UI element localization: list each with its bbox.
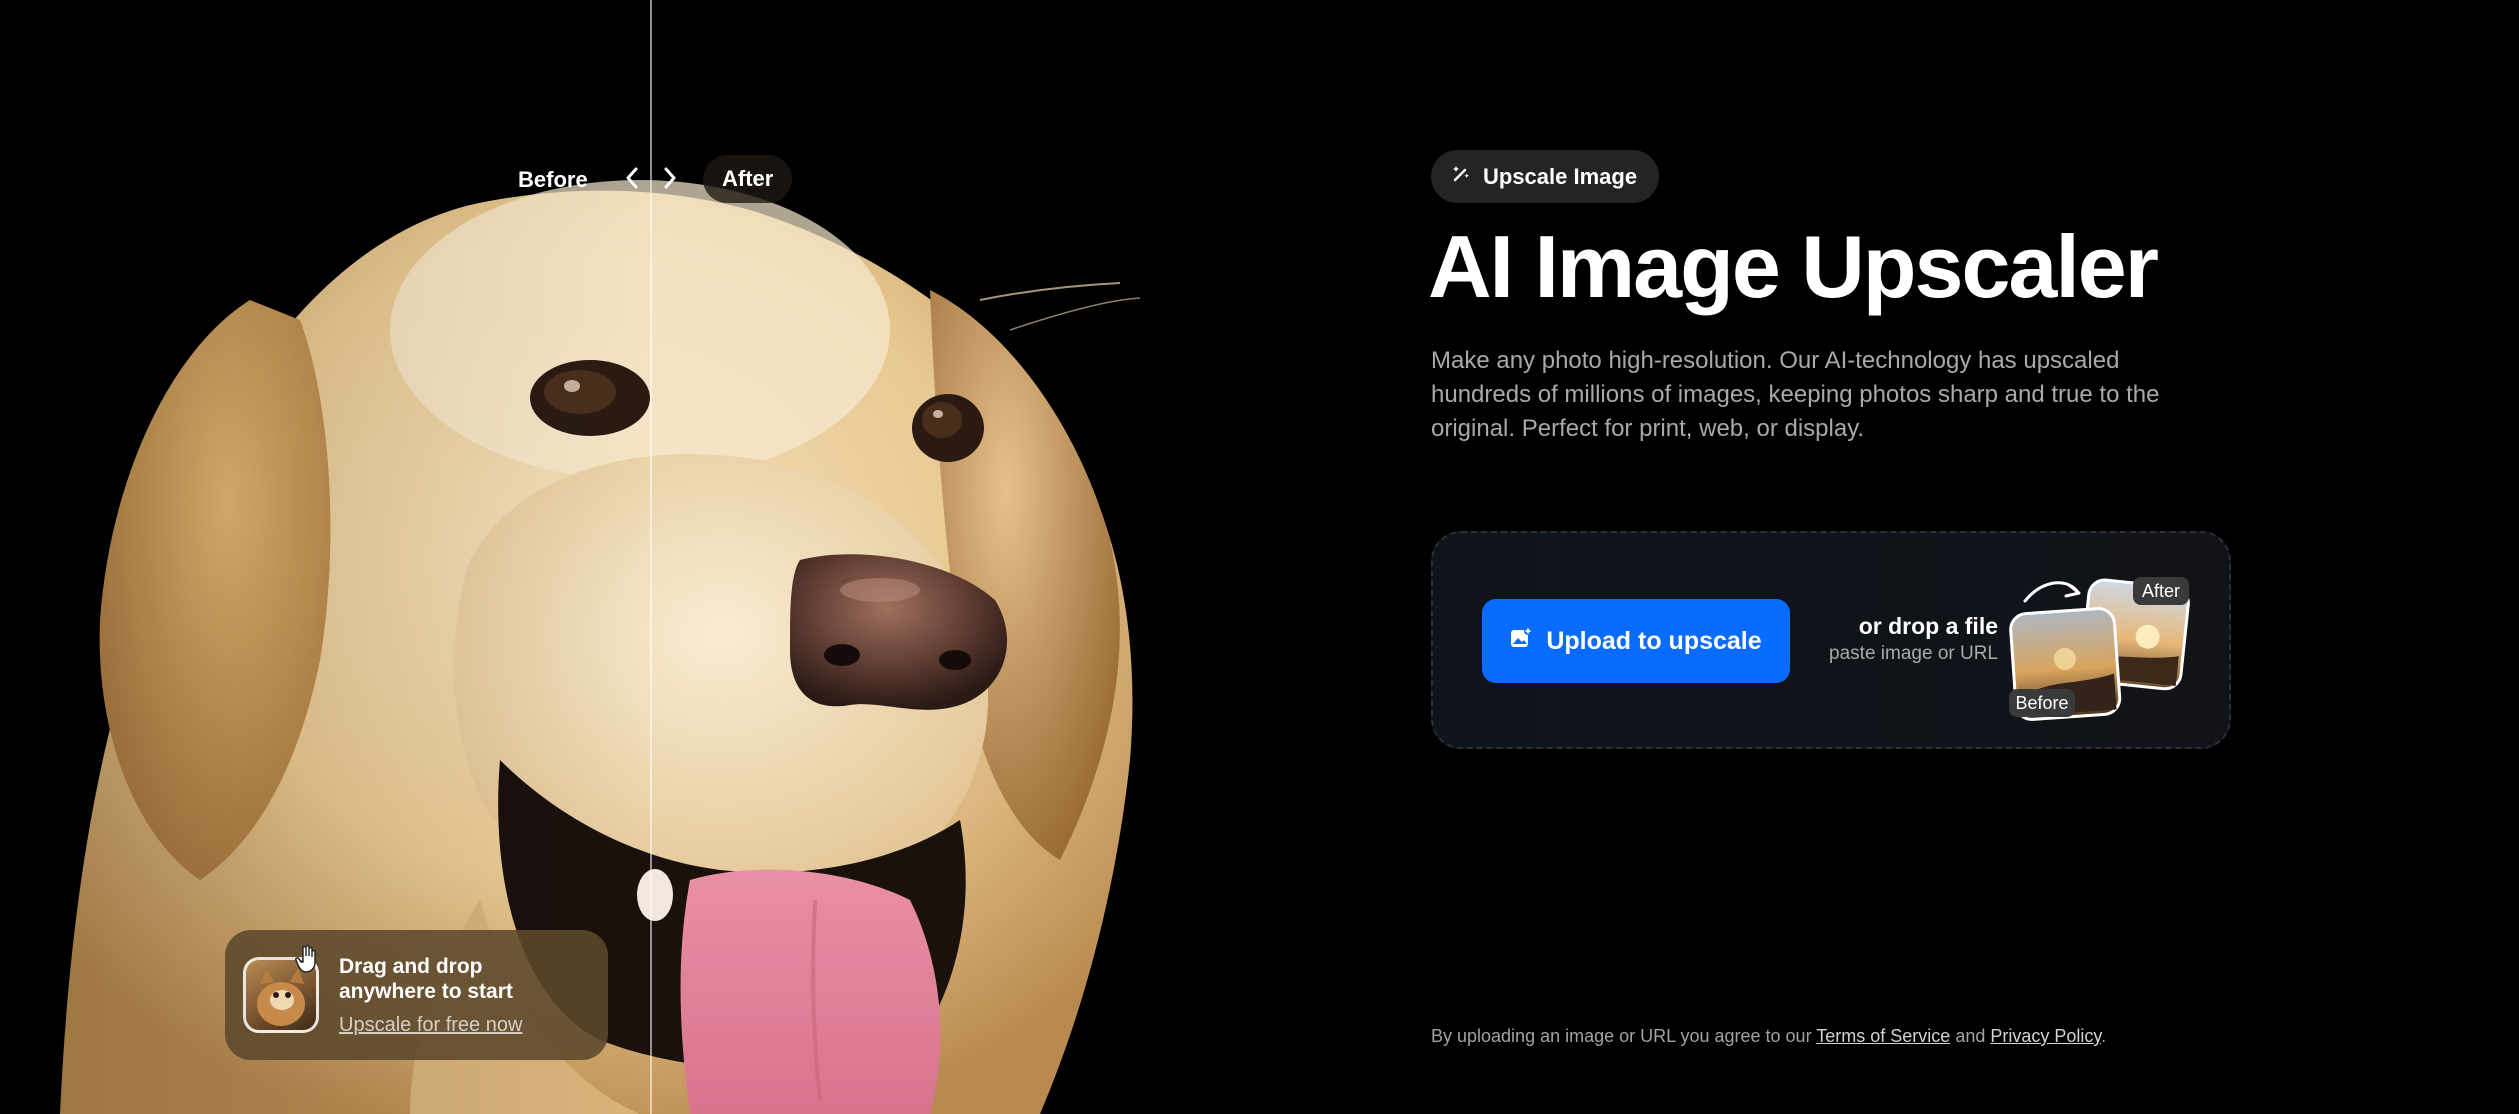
- image-plus-icon: [1510, 626, 1533, 656]
- upscale-image-chip: Upscale Image: [1431, 150, 1660, 203]
- hand-cursor-icon: [295, 944, 321, 979]
- legal-prefix: By uploading an image or URL you agree t…: [1431, 1026, 1812, 1046]
- paste-url-text: paste image or URL: [1829, 643, 1998, 664]
- chevron-left-icon: [624, 166, 640, 195]
- upscale-free-link[interactable]: Upscale for free now: [339, 1014, 529, 1037]
- hero-description: Make any photo high-resolution. Our AI-t…: [1431, 347, 2160, 442]
- before-label: Before: [518, 167, 588, 192]
- legal-notice: By uploading an image or URL you agree t…: [1431, 1026, 2106, 1047]
- upload-button[interactable]: Upload to upscale: [1482, 599, 1790, 683]
- upload-dropzone[interactable]: Upload to upscale or drop a file paste i…: [1431, 531, 2231, 749]
- illustration-after-badge: After: [2142, 581, 2180, 601]
- drag-and-drop-card[interactable]: Drag and drop anywhere to start Upscale …: [225, 930, 608, 1060]
- before-after-comparison[interactable]: Before After Drag and drop anywhere to s…: [0, 0, 1280, 1114]
- chip-label: Upscale Image: [1483, 163, 1638, 189]
- comparison-slider-handle[interactable]: [624, 164, 678, 196]
- before-after-illustration: After Before: [2009, 577, 2190, 721]
- drop-file-text: or drop a file: [1858, 613, 1998, 639]
- chevron-right-icon: [662, 166, 678, 195]
- terms-of-service-link[interactable]: Terms of Service: [1816, 1026, 1950, 1046]
- legal-suffix: .: [2101, 1026, 2107, 1046]
- after-label: After: [703, 155, 793, 203]
- upload-button-label: Upload to upscale: [1546, 626, 1762, 655]
- magic-wand-icon: [1451, 164, 1471, 190]
- illustration-before-badge: Before: [2015, 693, 2068, 713]
- page-title: AI Image Upscaler: [1428, 217, 2159, 316]
- privacy-policy-link[interactable]: Privacy Policy: [1990, 1026, 2101, 1046]
- legal-and: and: [1955, 1026, 1986, 1046]
- drag-and-drop-title: Drag and drop anywhere to start: [339, 954, 513, 1003]
